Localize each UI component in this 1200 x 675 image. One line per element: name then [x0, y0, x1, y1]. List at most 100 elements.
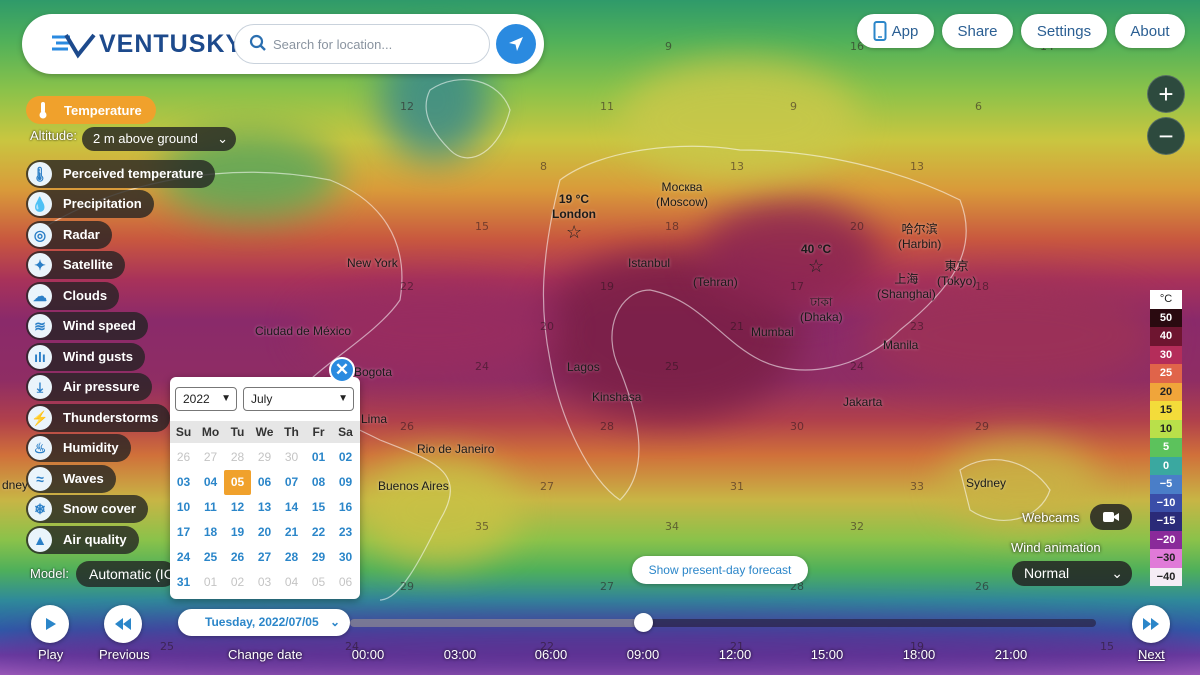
year-select[interactable]: 2022 ▼ [175, 387, 237, 411]
calendar-day[interactable]: 11 [197, 495, 224, 520]
calendar-day[interactable]: 12 [224, 495, 251, 520]
calendar-day[interactable]: 19 [224, 520, 251, 545]
layer-label: Air quality [63, 532, 127, 547]
temperature-legend: °C 50 40 30 25 20 15 10 5 0 −5 −10 −15 −20 −30 −40 [1150, 290, 1182, 586]
calendar-day[interactable]: 09 [332, 470, 359, 495]
next-button[interactable] [1132, 605, 1170, 643]
calendar-day[interactable]: 21 [278, 520, 305, 545]
hour-label[interactable]: 00:00 [352, 647, 385, 662]
calendar-day[interactable]: 03 [170, 470, 197, 495]
calendar-day: 30 [284, 450, 299, 464]
altitude-dropdown[interactable]: 2 m above ground ⌄ [82, 127, 236, 151]
timeline-track[interactable] [350, 619, 1096, 627]
temperature-reading: 31 [730, 480, 744, 493]
layer-waves[interactable]: ≈ Waves [26, 465, 116, 493]
calendar-day: 05 [311, 575, 326, 589]
temperature-reading: 35 [475, 520, 489, 533]
layer-satellite[interactable]: ✦ Satellite [26, 251, 125, 279]
previous-button[interactable] [104, 605, 142, 643]
layer-wind-speed[interactable]: ≋ Wind speed [26, 312, 148, 340]
model-dropdown[interactable]: Automatic (IC [76, 561, 176, 587]
hour-label[interactable]: 18:00 [903, 647, 936, 662]
ventusky-logo[interactable]: VENTUSKY [50, 30, 243, 59]
hour-label[interactable]: 06:00 [535, 647, 568, 662]
temperature-reading: 20 [540, 320, 554, 333]
hour-label[interactable]: 21:00 [995, 647, 1028, 662]
calendar-day[interactable]: 15 [305, 495, 332, 520]
calendar-day[interactable]: 22 [305, 520, 332, 545]
settings-button[interactable]: Settings [1021, 14, 1107, 48]
calendar-day[interactable]: 10 [170, 495, 197, 520]
calendar-day[interactable]: 27 [251, 545, 278, 570]
zoom-in-button[interactable]: + [1147, 75, 1185, 113]
calendar-day[interactable]: 07 [278, 470, 305, 495]
play-label: Play [38, 647, 64, 662]
layer-humidity[interactable]: ♨ Humidity [26, 434, 131, 462]
search-box[interactable] [234, 24, 490, 64]
search-input[interactable] [273, 33, 473, 55]
calendar-day[interactable]: 28 [278, 545, 305, 570]
plus-icon: + [1158, 78, 1174, 109]
layer-precipitation[interactable]: 💧 Precipitation [26, 190, 154, 218]
calendar-day[interactable]: 24 [170, 545, 197, 570]
hour-label[interactable]: 09:00 [627, 647, 660, 662]
layer-perceived-temperature[interactable]: 🌡 Perceived temperature [26, 160, 216, 188]
legend-unit: °C [1150, 290, 1182, 309]
layer-thunderstorms[interactable]: ⚡ Thunderstorms [26, 404, 171, 432]
calendar-day: 04 [284, 575, 299, 589]
calendar-day[interactable]: 20 [251, 520, 278, 545]
lightning-icon: ⚡ [28, 406, 52, 430]
selected-day[interactable]: 05 [224, 470, 251, 495]
calendar-day: 02 [230, 575, 245, 589]
city-marker[interactable]: 40 °C [801, 242, 831, 257]
temperature-reading: 27 [540, 480, 554, 493]
month-select[interactable]: July ▼ [243, 387, 354, 411]
layer-wind-gusts[interactable]: ılı Wind gusts [26, 343, 145, 371]
change-date-button[interactable]: Tuesday, 2022/07/05 ⌄ [178, 609, 350, 636]
calendar-day[interactable]: 31 [170, 570, 197, 595]
calendar-day[interactable]: 16 [332, 495, 359, 520]
month-value: July [251, 392, 273, 406]
calendar-day[interactable]: 04 [197, 470, 224, 495]
calendar-day[interactable]: 01 [305, 445, 332, 470]
present-day-forecast-button[interactable]: Show present-day forecast [632, 556, 808, 584]
share-button[interactable]: Share [942, 14, 1013, 48]
locate-button[interactable] [496, 24, 536, 64]
calendar-day[interactable]: 18 [197, 520, 224, 545]
next-label[interactable]: Next [1138, 647, 1165, 662]
wind-animation-dropdown[interactable]: Normal ⌄ [1012, 561, 1132, 586]
calendar-day[interactable]: 08 [305, 470, 332, 495]
calendar-day[interactable]: 25 [197, 545, 224, 570]
hour-label[interactable]: 12:00 [719, 647, 752, 662]
layer-temperature[interactable]: Temperature [26, 96, 156, 124]
about-button[interactable]: About [1115, 14, 1185, 48]
calendar-day[interactable]: 23 [332, 520, 359, 545]
calendar-day[interactable]: 17 [170, 520, 197, 545]
city-marker[interactable]: 19 °C London [552, 192, 596, 222]
calendar-day: 06 [338, 575, 353, 589]
hour-label[interactable]: 03:00 [444, 647, 477, 662]
factory-icon: ▲ [28, 528, 52, 552]
zoom-out-button[interactable]: − [1147, 117, 1185, 155]
temperature-reading: 34 [665, 520, 679, 533]
layer-radar[interactable]: ◎ Radar [26, 221, 112, 249]
calendar-day[interactable]: 13 [251, 495, 278, 520]
calendar-day[interactable]: 30 [332, 545, 359, 570]
calendar-day[interactable]: 26 [224, 545, 251, 570]
hour-label[interactable]: 15:00 [811, 647, 844, 662]
layer-air-pressure[interactable]: ⤓ Air pressure [26, 373, 152, 401]
layer-snow-cover[interactable]: ❄ Snow cover [26, 495, 148, 523]
calendar-day[interactable]: 02 [332, 445, 359, 470]
calendar-day[interactable]: 29 [305, 545, 332, 570]
close-calendar-button[interactable]: ✕ [329, 357, 355, 383]
timeline-handle[interactable] [634, 613, 653, 632]
layer-clouds[interactable]: ☁ Clouds [26, 282, 120, 310]
play-button[interactable] [31, 605, 69, 643]
chevron-down-icon: ⌄ [217, 131, 228, 146]
layer-air-quality[interactable]: ▲ Air quality [26, 526, 139, 554]
app-button[interactable]: App [857, 14, 934, 48]
webcams-toggle[interactable] [1090, 504, 1132, 530]
weekday-label: Mo [201, 425, 220, 439]
calendar-day[interactable]: 14 [278, 495, 305, 520]
calendar-day[interactable]: 06 [251, 470, 278, 495]
